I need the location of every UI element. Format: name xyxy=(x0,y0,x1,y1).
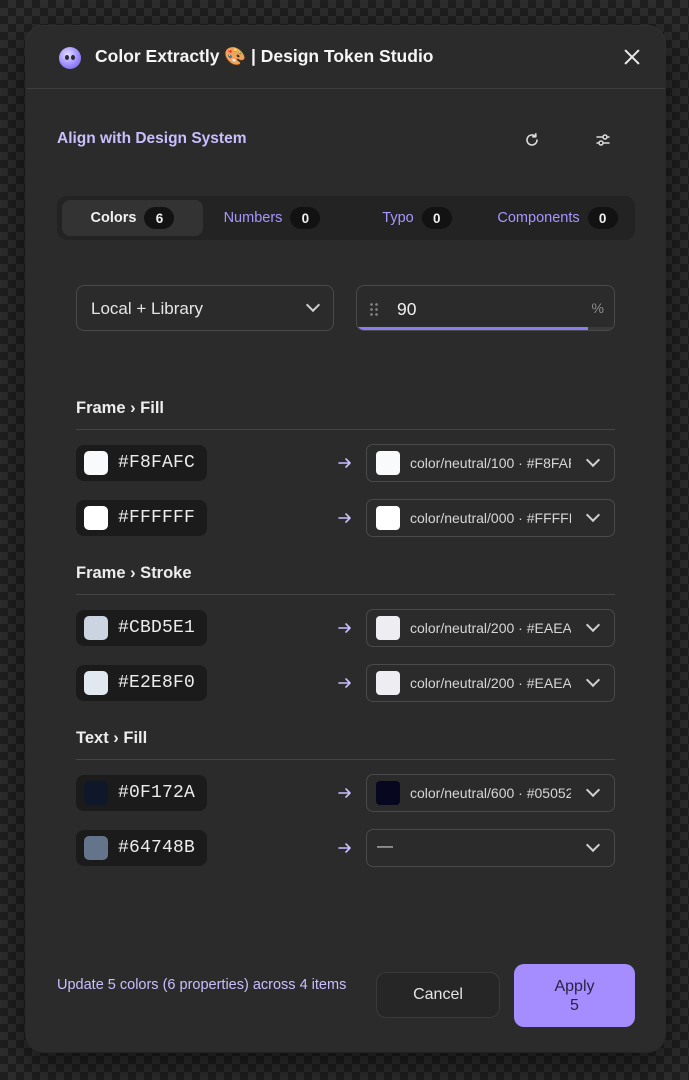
color-hex: #FFFFFF xyxy=(118,508,196,528)
color-extractly-dialog: Color Extractly 🎨 | Design Token Studio … xyxy=(26,26,665,1052)
color-swatch xyxy=(84,506,108,530)
arrow-right-icon xyxy=(338,458,351,468)
token-value: color/neutral/600 · #050520 xyxy=(410,785,571,801)
arrow-right-icon xyxy=(338,513,351,523)
arrow-right-icon xyxy=(338,678,351,688)
sliders-icon xyxy=(596,134,610,146)
token-value: color/neutral/000 · #FFFFFF xyxy=(410,510,571,526)
token-swatch xyxy=(376,506,400,530)
chevron-down-icon xyxy=(585,837,601,853)
section-title: Align with Design System xyxy=(57,130,247,147)
drag-handle-icon[interactable] xyxy=(369,302,379,316)
color-swatch xyxy=(84,451,108,475)
tab-colors[interactable]: Colors 6 xyxy=(62,200,203,236)
token-select[interactable]: color/neutral/200 · #EAEAF0 xyxy=(366,609,615,647)
color-swatch xyxy=(84,671,108,695)
dialog-title: Color Extractly 🎨 | Design Token Studio xyxy=(95,46,434,66)
token-source-select[interactable]: Local + Library xyxy=(76,285,334,331)
divider xyxy=(76,594,615,595)
divider xyxy=(76,429,615,430)
color-hex: #CBD5E1 xyxy=(118,618,196,638)
apply-button[interactable]: Apply 5 xyxy=(514,964,635,1027)
chevron-down-icon xyxy=(585,782,601,798)
arrow-right-icon xyxy=(338,788,351,798)
token-swatch xyxy=(376,781,400,805)
color-swatch xyxy=(84,836,108,860)
chevron-down-icon xyxy=(585,507,601,523)
tab-count-badge: 0 xyxy=(290,207,321,229)
color-hex: #F8FAFC xyxy=(118,453,196,473)
tab-typo[interactable]: Typo 0 xyxy=(362,200,472,236)
token-value: color/neutral/200 · #EAEAF0 xyxy=(410,675,571,691)
source-color-chip[interactable]: #E2E8F0 xyxy=(76,665,208,701)
chevron-down-icon xyxy=(585,452,601,468)
token-select[interactable]: color/neutral/100 · #F8FAFC xyxy=(366,444,615,482)
tab-label: Components xyxy=(497,210,580,226)
apply-label: Apply xyxy=(554,977,595,995)
tab-count-badge: 6 xyxy=(144,207,175,229)
cancel-button[interactable]: Cancel xyxy=(376,972,500,1018)
source-color-chip[interactable]: #CBD5E1 xyxy=(76,610,208,646)
apply-count: 5 xyxy=(570,996,579,1014)
tab-label: Numbers xyxy=(223,210,283,226)
token-select[interactable]: — xyxy=(366,829,615,867)
group-title-text-fill: Text › Fill xyxy=(76,729,148,747)
threshold-input[interactable] xyxy=(395,295,569,323)
token-swatch xyxy=(376,451,400,475)
chevron-down-icon xyxy=(585,672,601,688)
token-select[interactable]: color/neutral/000 · #FFFFFF xyxy=(366,499,615,537)
tab-label: Colors xyxy=(90,210,137,226)
token-value: color/neutral/200 · #EAEAF0 xyxy=(410,620,571,636)
app-logo-icon xyxy=(59,47,81,69)
chevron-down-icon xyxy=(305,297,321,313)
color-hex: #0F172A xyxy=(118,783,196,803)
arrow-right-icon xyxy=(338,623,351,633)
source-color-chip[interactable]: #64748B xyxy=(76,830,208,866)
refresh-icon xyxy=(526,133,538,146)
refresh-button[interactable] xyxy=(518,126,546,154)
color-hex: #E2E8F0 xyxy=(118,673,196,693)
color-swatch xyxy=(84,781,108,805)
update-summary: Update 5 colors (6 properties) across 4 … xyxy=(57,977,347,993)
tab-label: Typo xyxy=(382,210,414,226)
settings-button[interactable] xyxy=(589,126,617,154)
threshold-fill xyxy=(357,327,589,330)
source-color-chip[interactable]: #FFFFFF xyxy=(76,500,208,536)
group-title-frame-stroke: Frame › Stroke xyxy=(76,564,192,582)
token-swatch xyxy=(376,671,400,695)
token-source-value: Local + Library xyxy=(91,299,203,318)
category-tabs: Colors 6 Numbers 0 Typo 0 Components 0 xyxy=(57,196,635,240)
threshold-unit: % xyxy=(591,300,604,316)
color-swatch xyxy=(84,616,108,640)
match-threshold-field[interactable]: % xyxy=(356,285,615,331)
token-select[interactable]: color/neutral/200 · #EAEAF0 xyxy=(366,664,615,702)
dialog-header: Color Extractly 🎨 | Design Token Studio xyxy=(26,26,665,89)
token-value: color/neutral/100 · #F8FAFC xyxy=(410,455,571,471)
group-title-frame-fill: Frame › Fill xyxy=(76,399,165,417)
tab-count-badge: 0 xyxy=(421,207,452,229)
color-hex: #64748B xyxy=(118,838,196,858)
tab-components[interactable]: Components 0 xyxy=(485,200,630,236)
arrow-right-icon xyxy=(338,843,351,853)
source-color-chip[interactable]: #F8FAFC xyxy=(76,445,208,481)
chevron-down-icon xyxy=(585,617,601,633)
divider xyxy=(76,759,615,760)
tab-numbers[interactable]: Numbers 0 xyxy=(207,200,337,236)
token-swatch xyxy=(376,616,400,640)
tab-count-badge: 0 xyxy=(587,207,618,229)
source-color-chip[interactable]: #0F172A xyxy=(76,775,208,811)
threshold-track xyxy=(357,327,614,330)
close-icon[interactable] xyxy=(620,45,644,69)
token-value-empty: — xyxy=(377,838,393,855)
token-select[interactable]: color/neutral/600 · #050520 xyxy=(366,774,615,812)
